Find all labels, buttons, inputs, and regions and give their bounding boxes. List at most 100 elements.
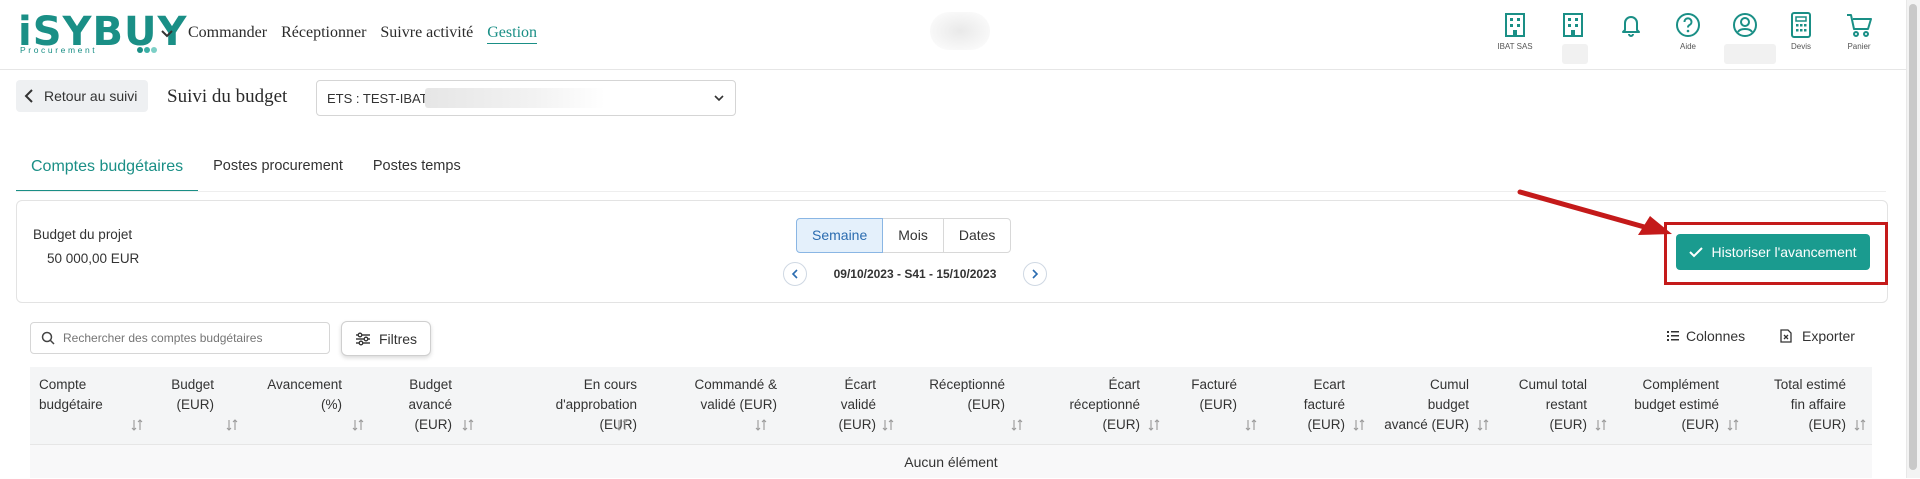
sort-icon[interactable] — [882, 419, 894, 431]
filters-label: Filtres — [378, 330, 418, 347]
chevron-right-icon — [1032, 269, 1039, 279]
cart-button[interactable]: Panier — [1834, 12, 1884, 51]
chevron-left-icon — [24, 89, 33, 103]
sort-icon[interactable] — [1727, 419, 1739, 431]
table-header: Compte budgétaire Budget (EUR) Avancement(… — [30, 367, 1872, 444]
nav-receptionner[interactable]: Réceptionner — [281, 24, 366, 44]
column-header-commande-valide[interactable]: Commandé & validé (EUR) — [694, 375, 777, 415]
filters-button[interactable]: Filtres — [341, 321, 431, 356]
search-input[interactable] — [63, 331, 313, 345]
sort-icon[interactable] — [1854, 419, 1866, 431]
sort-icon[interactable] — [1595, 419, 1607, 431]
columns-button[interactable]: Colonnes — [1666, 328, 1745, 344]
help-icon — [1676, 13, 1700, 37]
main-nav: Commander Réceptionner Suivre activité G… — [188, 24, 538, 44]
column-header-budget[interactable]: Budget (EUR) — [171, 375, 214, 415]
tool-label-devis: Devis — [1790, 42, 1811, 51]
tab-comptes-budgetaires[interactable]: Comptes budgétaires — [16, 152, 199, 192]
top-bar: iSYBUY Procurement Commander Réceptionne… — [0, 0, 1920, 70]
column-header-total-estime[interactable]: Total estimé fin affaire (EUR) — [1774, 375, 1846, 435]
tool-label-panier: Panier — [1847, 42, 1871, 51]
period-range: 09/10/2023 - S41 - 15/10/2023 — [833, 267, 997, 281]
blurred-region — [930, 12, 990, 50]
period-selector: Semaine Mois Dates — [796, 218, 1012, 253]
sort-icon[interactable] — [226, 419, 238, 431]
column-header-ecart-receptionne[interactable]: Écart réceptionné (EUR) — [1069, 375, 1140, 435]
columns-label: Colonnes — [1686, 328, 1746, 344]
sort-icon[interactable] — [1477, 419, 1489, 431]
search-box[interactable] — [30, 322, 330, 354]
quotes-button[interactable]: Devis — [1776, 12, 1826, 51]
column-header-ecart-valide[interactable]: Écart validé (EUR) — [839, 375, 877, 435]
sort-icon[interactable] — [1011, 419, 1023, 431]
column-header-facture[interactable]: Facturé (EUR) — [1191, 375, 1237, 415]
notifications-button[interactable] — [1606, 12, 1656, 38]
budget-tabs: Comptes budgétaires Postes procurement P… — [16, 152, 476, 192]
period-semaine[interactable]: Semaine — [796, 218, 884, 253]
column-header-receptionne[interactable]: Réceptionné (EUR) — [929, 375, 1005, 415]
isybuy-logo[interactable]: iSYBUY Procurement — [18, 12, 186, 60]
nav-suivre-activite[interactable]: Suivre activité — [380, 24, 473, 44]
sort-icon[interactable] — [352, 419, 364, 431]
column-header-complement[interactable]: Complément budget estimé (EUR) — [1634, 375, 1719, 435]
blurred-label — [1562, 44, 1588, 64]
bell-icon — [1622, 16, 1640, 37]
historize-label: Historiser l'avancement — [1711, 244, 1857, 260]
back-button-label: Retour au suivi — [44, 88, 138, 104]
sort-icon[interactable] — [1245, 419, 1257, 431]
logo-subtext: Procurement — [20, 45, 98, 55]
chevron-down-icon — [714, 95, 724, 102]
tab-postes-procurement[interactable]: Postes procurement — [198, 152, 358, 192]
company-ibat-button[interactable]: IBAT SAS — [1490, 12, 1540, 51]
export-label: Exporter — [1802, 328, 1855, 344]
company-secondary-button[interactable] — [1548, 12, 1598, 38]
sliders-icon — [355, 332, 370, 345]
cart-icon — [1847, 14, 1872, 37]
building-icon — [1505, 13, 1525, 37]
export-button[interactable]: Exporter — [1780, 328, 1855, 344]
period-mois[interactable]: Mois — [882, 218, 944, 253]
nav-gestion[interactable]: Gestion — [487, 24, 538, 44]
tab-postes-temps[interactable]: Postes temps — [358, 152, 476, 192]
blurred-user-name — [1724, 44, 1776, 64]
help-button[interactable]: Aide — [1663, 12, 1713, 51]
red-arrow-annotation — [1517, 189, 1672, 235]
blurred-ets-name — [425, 88, 605, 108]
sort-icon[interactable] — [1353, 419, 1365, 431]
sort-icon[interactable] — [616, 419, 628, 431]
period-navigator: 09/10/2023 - S41 - 15/10/2023 — [783, 261, 1047, 287]
page-scrollbar[interactable] — [1906, 0, 1920, 478]
tool-label-ibat: IBAT SAS — [1497, 42, 1533, 51]
back-to-tracking-button[interactable]: Retour au suivi — [16, 80, 148, 112]
table-empty-row: Aucun élément — [30, 444, 1872, 478]
columns-icon — [1667, 331, 1679, 341]
user-account-button[interactable] — [1720, 12, 1770, 38]
column-header-budget-avance[interactable]: Budget avancé (EUR) — [408, 375, 452, 435]
sort-icon[interactable] — [755, 419, 767, 431]
sort-icon[interactable] — [462, 419, 474, 431]
scrollbar-thumb[interactable] — [1909, 4, 1917, 470]
page-title: Suivi du budget — [167, 86, 288, 107]
tool-label-aide: Aide — [1679, 42, 1696, 51]
column-header-compte[interactable]: Compte budgétaire — [39, 375, 103, 415]
building-icon — [1563, 13, 1583, 37]
ets-select-value: ETS : TEST-IBAT — [327, 90, 428, 106]
logo-dots-icon — [137, 47, 157, 53]
column-header-cumul-budget[interactable]: Cumul budget avancé (EUR) — [1384, 375, 1469, 435]
column-header-ecart-facture[interactable]: Ecart facturé (EUR) — [1304, 375, 1345, 435]
project-budget-value: 50 000,00 EUR — [47, 251, 140, 266]
nav-commander[interactable]: Commander — [188, 24, 267, 44]
column-header-avancement[interactable]: Avancement (%) — [267, 375, 342, 415]
period-dates[interactable]: Dates — [942, 218, 1012, 253]
chevron-left-icon — [791, 269, 798, 279]
previous-period-button[interactable] — [783, 262, 807, 286]
sort-icon[interactable] — [1148, 419, 1160, 431]
project-budget-label: Budget du projet — [33, 227, 133, 242]
sort-icon[interactable] — [131, 419, 143, 431]
column-header-cumul-restant[interactable]: Cumul total restant (EUR) — [1519, 375, 1587, 435]
historize-progress-button[interactable]: Historiser l'avancement — [1676, 234, 1870, 270]
ets-select[interactable]: ETS : TEST-IBAT — [316, 80, 736, 116]
next-period-button[interactable] — [1022, 262, 1047, 286]
chevron-down-icon[interactable] — [160, 27, 174, 41]
calculator-icon — [1791, 12, 1811, 38]
